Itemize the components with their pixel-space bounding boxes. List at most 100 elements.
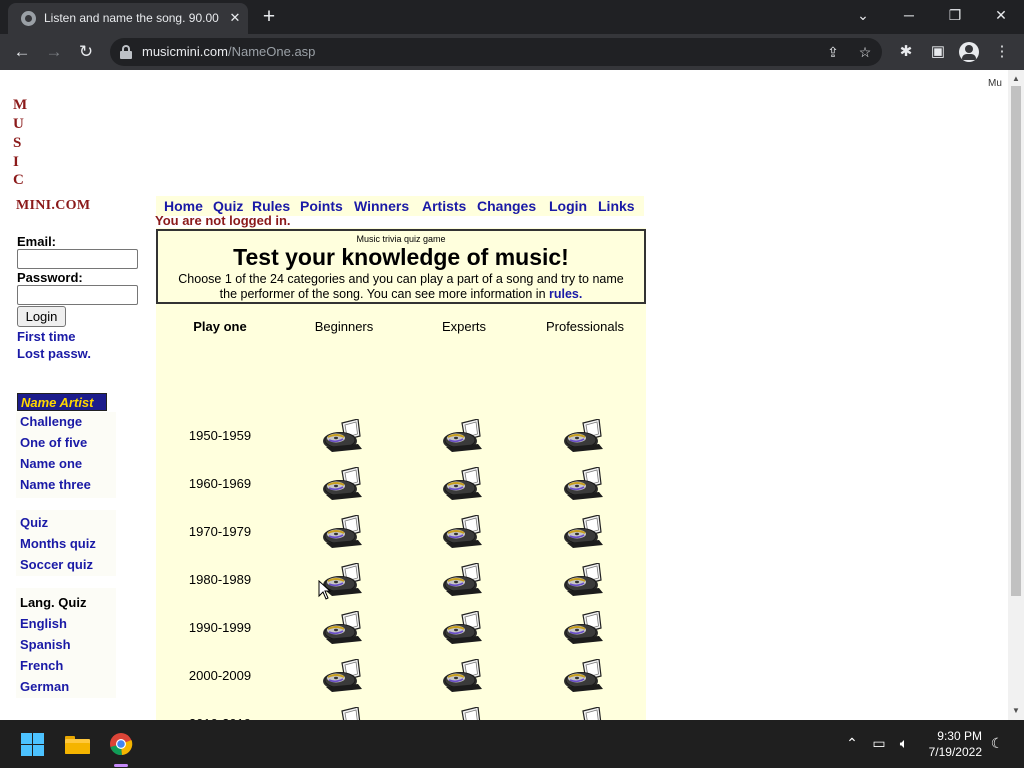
sidebar-item-quiz[interactable]: Quiz xyxy=(20,515,48,530)
play-cd-professionals-icon[interactable] xyxy=(563,562,607,597)
rules-link[interactable]: rules. xyxy=(549,287,582,301)
intro-subtitle: Music trivia quiz game xyxy=(356,234,446,244)
window-close-icon[interactable]: ✕ xyxy=(989,4,1013,26)
back-icon[interactable]: ← xyxy=(10,40,34,64)
page-scrollbar[interactable]: ▲ ▼ xyxy=(1008,70,1024,720)
scroll-up-icon[interactable]: ▲ xyxy=(1008,74,1024,84)
name-artist-badge[interactable]: Name Artist xyxy=(17,393,107,411)
logo-letter: M xyxy=(13,97,28,113)
logo-letter: U xyxy=(13,116,24,132)
windows-start-icon[interactable] xyxy=(21,733,44,756)
play-cd-professionals-icon[interactable] xyxy=(563,466,607,501)
first-time-link[interactable]: First time xyxy=(17,329,76,344)
decade-label: 1980-1989 xyxy=(188,572,252,587)
minimize-icon[interactable]: ─ xyxy=(897,4,921,26)
bookmark-star-icon[interactable]: ☆ xyxy=(856,43,874,61)
play-cd-professionals-icon[interactable] xyxy=(563,514,607,549)
sidebar-item-french[interactable]: French xyxy=(20,658,63,673)
clock-date[interactable]: 7/19/2022 xyxy=(916,745,982,759)
play-cd-beginners-icon[interactable] xyxy=(322,706,366,720)
tray-chevron-up-icon[interactable]: ⌃ xyxy=(843,734,861,752)
logo-letter: I xyxy=(13,154,19,170)
play-cd-beginners-icon[interactable] xyxy=(322,610,366,645)
play-cd-experts-icon[interactable] xyxy=(442,610,486,645)
col-header-professionals: Professionals xyxy=(545,319,625,334)
sidebar-item-english[interactable]: English xyxy=(20,616,67,631)
nav-points[interactable]: Points xyxy=(300,198,343,214)
play-cd-experts-icon[interactable] xyxy=(442,562,486,597)
email-field[interactable] xyxy=(17,249,138,269)
logo-letter: C xyxy=(13,172,24,188)
page-viewport: Mu M U S I C MINI.COM Home Quiz Rules Po… xyxy=(0,70,1008,720)
col-header-play-one: Play one xyxy=(193,319,247,334)
play-cd-professionals-icon[interactable] xyxy=(563,610,607,645)
col-header-experts: Experts xyxy=(441,319,487,334)
file-explorer-icon[interactable] xyxy=(65,734,90,754)
nav-rules[interactable]: Rules xyxy=(252,198,290,214)
nav-login[interactable]: Login xyxy=(549,198,587,214)
profile-icon[interactable] xyxy=(959,42,979,62)
menu-kebab-icon[interactable]: ⋮ xyxy=(991,41,1013,63)
scroll-down-icon[interactable]: ▼ xyxy=(1008,706,1024,716)
clock-time[interactable]: 9:30 PM xyxy=(920,729,982,743)
browser-tab[interactable]: Listen and name the song. 90.000 ✕ xyxy=(8,3,248,34)
play-cd-experts-icon[interactable] xyxy=(442,658,486,693)
login-button[interactable]: Login xyxy=(17,306,66,327)
intro-title: Test your knowledge of music! xyxy=(233,244,569,270)
play-cd-beginners-icon[interactable] xyxy=(322,514,366,549)
nav-artists[interactable]: Artists xyxy=(422,198,466,214)
play-cd-professionals-icon[interactable] xyxy=(563,658,607,693)
play-cd-professionals-icon[interactable] xyxy=(563,706,607,720)
network-icon[interactable]: ▭ xyxy=(870,734,888,752)
sidebar-item-name-one[interactable]: Name one xyxy=(20,456,82,471)
nav-changes[interactable]: Changes xyxy=(477,198,536,214)
lang-quiz-heading: Lang. Quiz xyxy=(20,595,87,610)
url-text: musicmini.com/NameOne.asp xyxy=(142,44,316,59)
extensions-icon[interactable]: ✱ xyxy=(895,41,917,63)
password-field[interactable] xyxy=(17,285,138,305)
play-cd-experts-icon[interactable] xyxy=(442,706,486,720)
decade-label: 1990-1999 xyxy=(188,620,252,635)
sidebar-item-challenge[interactable]: Challenge xyxy=(20,414,82,429)
nav-home[interactable]: Home xyxy=(164,198,203,214)
scroll-thumb[interactable] xyxy=(1011,86,1021,596)
play-cd-professionals-icon[interactable] xyxy=(563,418,607,453)
play-cd-beginners-icon[interactable] xyxy=(322,466,366,501)
decade-label: 1970-1979 xyxy=(188,524,252,539)
sidebar-item-spanish[interactable]: Spanish xyxy=(20,637,71,652)
play-cd-beginners-icon[interactable] xyxy=(322,418,366,453)
close-tab-icon[interactable]: ✕ xyxy=(226,9,244,27)
restore-icon[interactable]: ❐ xyxy=(943,4,967,26)
corner-text: Mu xyxy=(988,78,1002,89)
lost-password-link[interactable]: Lost passw. xyxy=(17,346,91,361)
nav-links[interactable]: Links xyxy=(598,198,635,214)
sidebar-item-one-of-five[interactable]: One of five xyxy=(20,435,87,450)
play-cd-experts-icon[interactable] xyxy=(442,418,486,453)
chrome-icon[interactable] xyxy=(109,732,133,756)
logo-letter: S xyxy=(13,135,22,151)
new-tab-icon[interactable]: + xyxy=(258,6,280,28)
nav-quiz[interactable]: Quiz xyxy=(213,198,243,214)
password-label: Password: xyxy=(17,270,83,285)
nav-winners[interactable]: Winners xyxy=(354,198,409,214)
reload-icon[interactable]: ↻ xyxy=(74,40,98,64)
decade-label: 1960-1969 xyxy=(188,476,252,491)
tab-search-icon[interactable]: ⌄ xyxy=(851,4,875,26)
sidebar-item-soccer-quiz[interactable]: Soccer quiz xyxy=(20,557,93,572)
browser-tab-bar: Listen and name the song. 90.000 ✕ + ⌄ ─… xyxy=(0,0,1024,34)
focus-assist-icon[interactable]: ☾ xyxy=(988,734,1006,752)
volume-icon[interactable]: 🔈︎ xyxy=(895,734,913,752)
share-icon[interactable]: ⇪ xyxy=(824,43,842,61)
decade-label: 1950-1959 xyxy=(188,428,252,443)
play-cd-experts-icon[interactable] xyxy=(442,514,486,549)
sidebar-item-german[interactable]: German xyxy=(20,679,69,694)
sidebar-item-name-three[interactable]: Name three xyxy=(20,477,91,492)
forward-icon[interactable]: → xyxy=(42,40,66,64)
sidebar-item-months-quiz[interactable]: Months quiz xyxy=(20,536,96,551)
logo-domain: MINI.COM xyxy=(16,198,91,213)
play-cd-beginners-icon[interactable] xyxy=(322,658,366,693)
login-status: You are not logged in. xyxy=(155,213,291,228)
play-cd-experts-icon[interactable] xyxy=(442,466,486,501)
address-bar[interactable]: musicmini.com/NameOne.asp ⇪ ☆ xyxy=(110,38,882,66)
side-panel-icon[interactable]: ▣ xyxy=(927,41,949,63)
